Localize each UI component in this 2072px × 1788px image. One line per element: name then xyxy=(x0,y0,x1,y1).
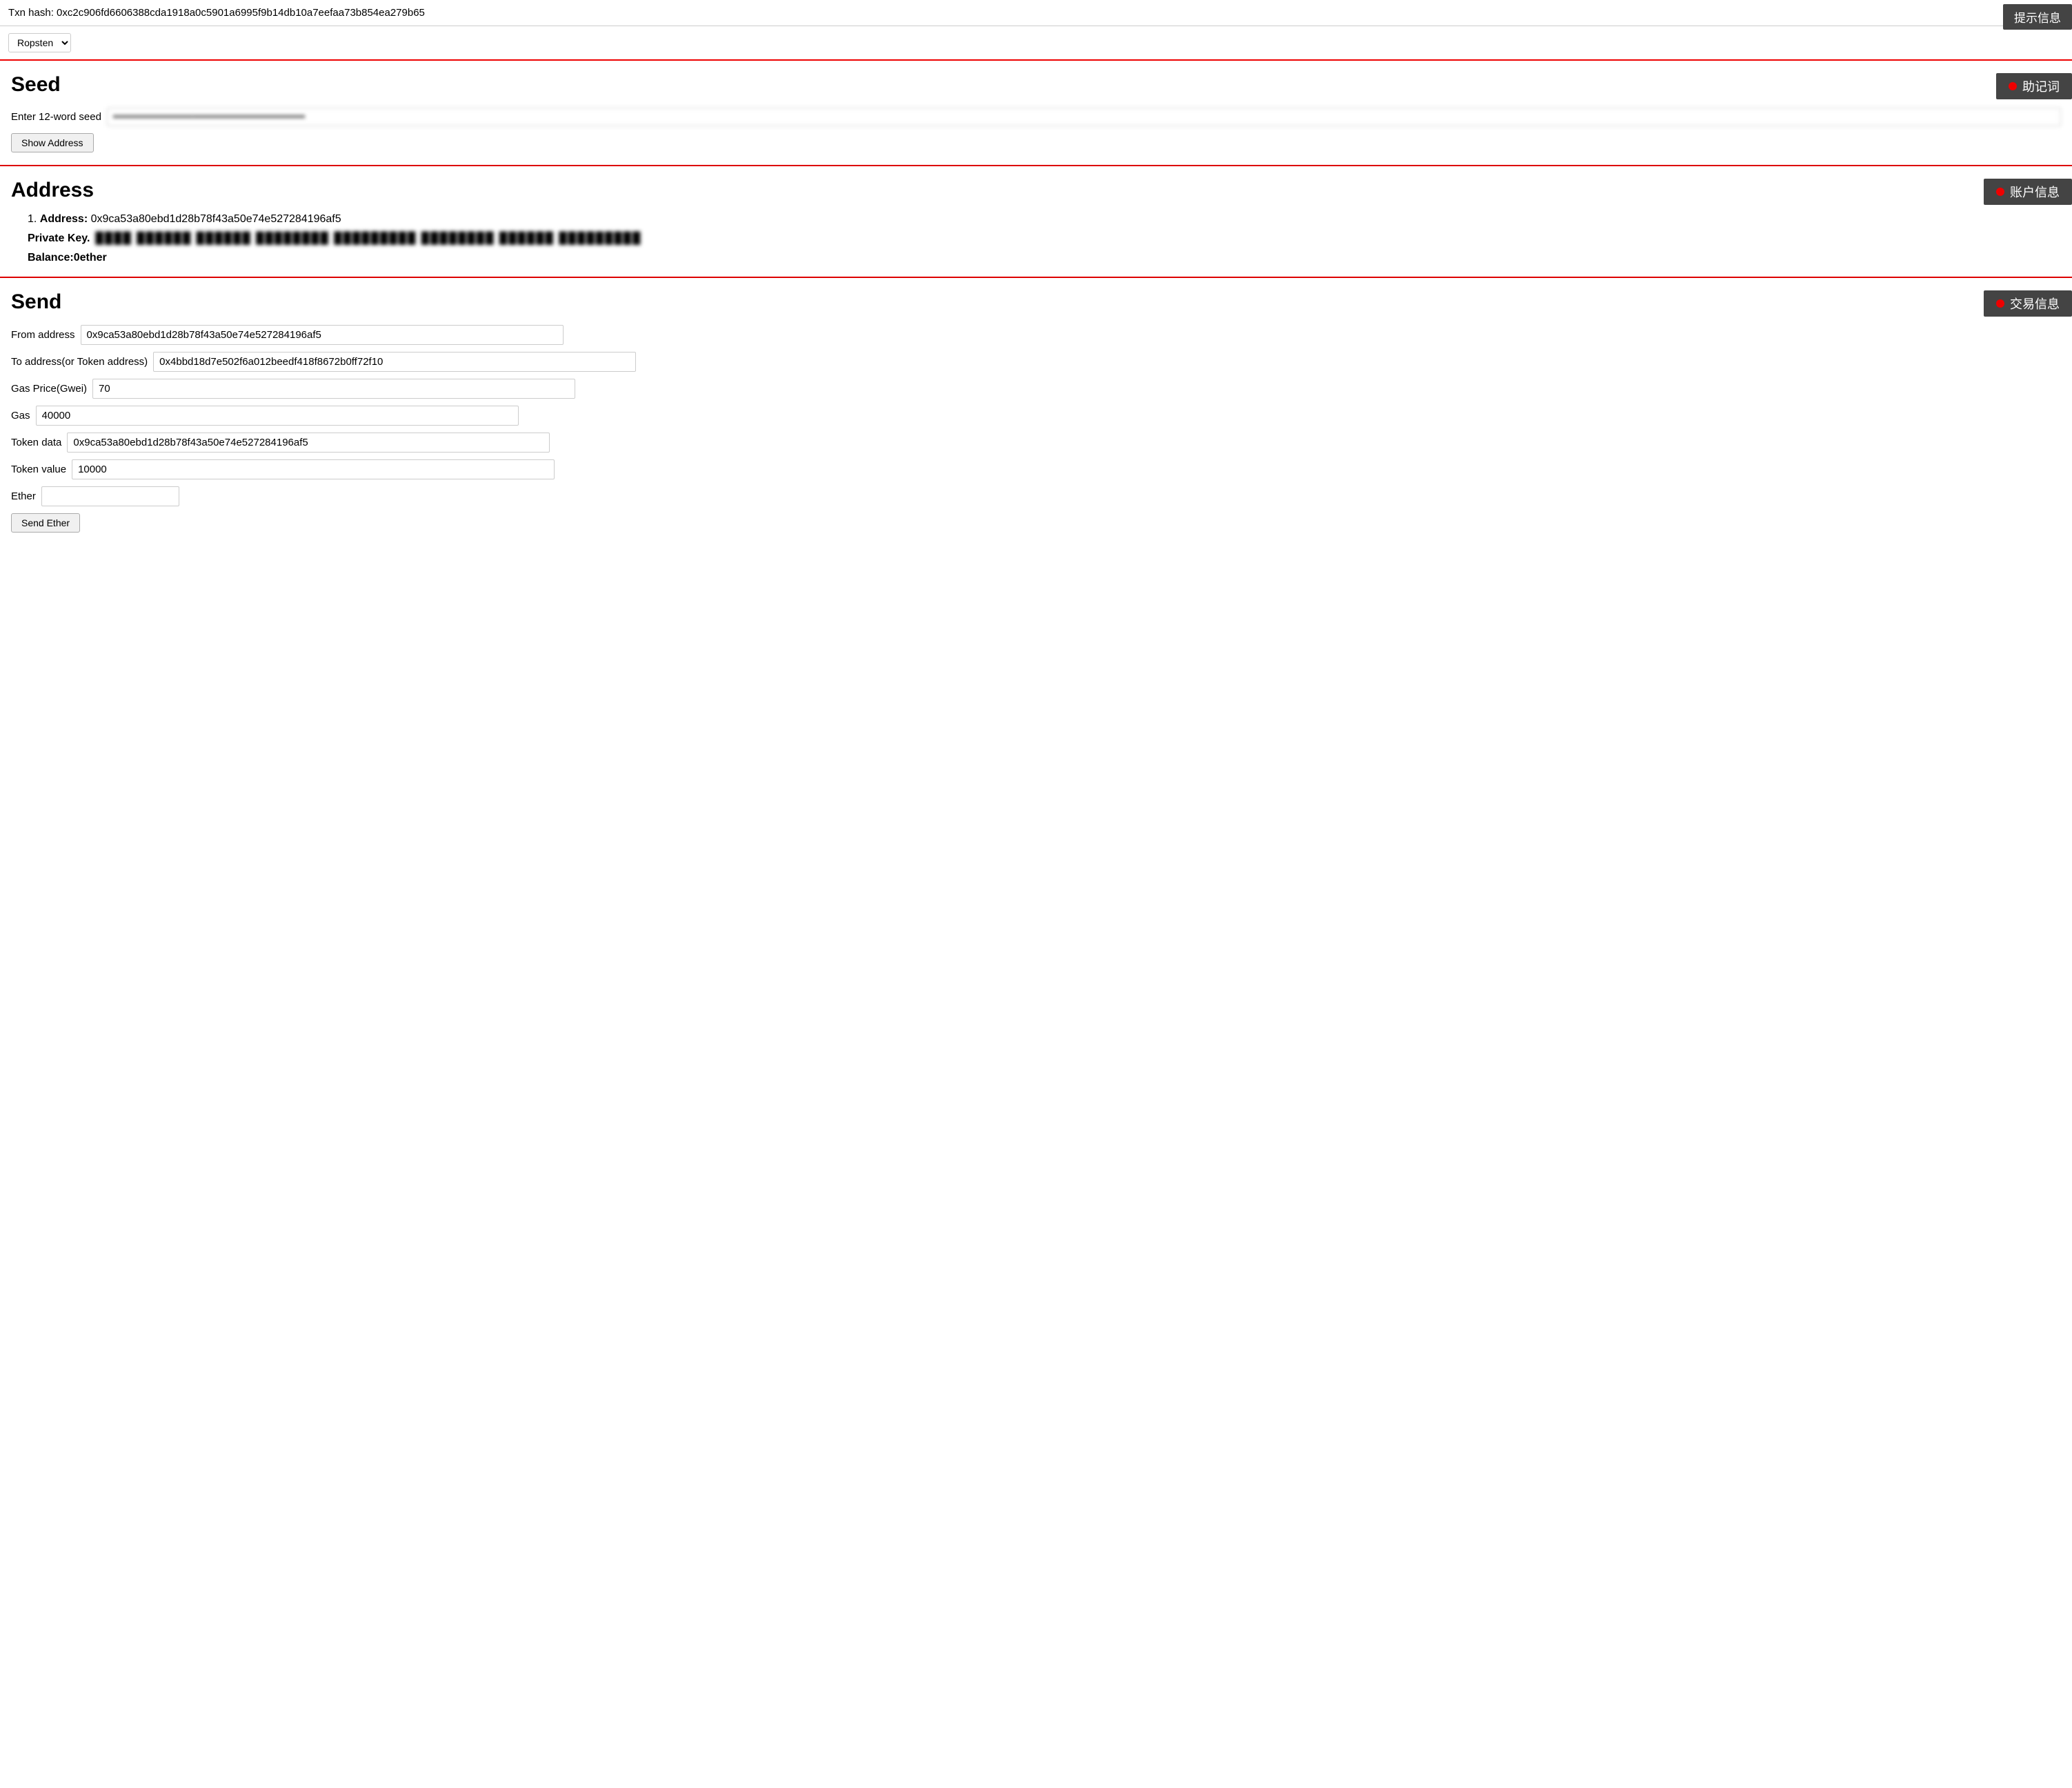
show-address-button[interactable]: Show Address xyxy=(11,133,94,152)
send-red-dot xyxy=(1996,299,2004,308)
address-badge: 账户信息 xyxy=(1984,179,2072,205)
to-address-label: To address(or Token address) xyxy=(11,356,148,368)
balance-label: Balance: xyxy=(28,252,74,264)
address-title: Address xyxy=(11,179,2061,202)
send-title: Send xyxy=(11,290,2061,314)
token-data-input[interactable] xyxy=(67,433,550,453)
seed-red-dot xyxy=(2009,82,2017,90)
token-value-input[interactable] xyxy=(72,459,555,479)
private-key-value: ████ ██████ ██████ ████████ █████████ ██… xyxy=(95,232,2061,245)
token-value-group: Token value xyxy=(11,459,2061,479)
gas-price-input[interactable] xyxy=(92,379,575,399)
address-label: Address: xyxy=(40,213,88,225)
address-line: 1. Address: 0x9ca53a80ebd1d28b78f43a50e7… xyxy=(28,213,2061,226)
token-data-label: Token data xyxy=(11,437,61,448)
seed-input[interactable] xyxy=(107,108,2061,126)
token-value-label: Token value xyxy=(11,464,66,475)
txn-hash-text: Txn hash: 0xc2c906fd6606388cda1918a0c590… xyxy=(8,7,425,19)
ether-label: Ether xyxy=(11,490,36,502)
gas-price-label: Gas Price(Gwei) xyxy=(11,383,87,395)
address-section: Address 账户信息 1. Address: 0x9ca53a80ebd1d… xyxy=(0,166,2072,278)
seed-input-label: Enter 12-word seed xyxy=(11,111,101,123)
address-value: 0x9ca53a80ebd1d28b78f43a50e74e527284196a… xyxy=(91,213,341,225)
gas-price-group: Gas Price(Gwei) xyxy=(11,379,2061,399)
send-ether-button[interactable]: Send Ether xyxy=(11,513,80,533)
seed-section: Seed 助记词 Enter 12-word seed Show Address xyxy=(0,61,2072,166)
address-red-dot xyxy=(1996,188,2004,196)
to-address-input[interactable] xyxy=(153,352,636,372)
seed-title: Seed xyxy=(11,73,2061,97)
token-data-group: Token data xyxy=(11,433,2061,453)
network-row: Ropsten Mainnet Rinkeby xyxy=(0,26,2072,61)
to-address-group: To address(or Token address) xyxy=(11,352,2061,372)
private-key-row: Private Key. ████ ██████ ██████ ████████… xyxy=(28,232,2061,245)
tooltip-badge: 提示信息 xyxy=(2003,4,2072,30)
address-item-1: 1. Address: 0x9ca53a80ebd1d28b78f43a50e7… xyxy=(28,213,2061,264)
send-section: Send 交易信息 From address To address(or Tok… xyxy=(0,278,2072,545)
from-address-label: From address xyxy=(11,329,75,341)
gas-group: Gas xyxy=(11,406,2061,426)
seed-badge: 助记词 xyxy=(1996,73,2072,99)
from-address-input[interactable] xyxy=(81,325,564,345)
ether-input[interactable] xyxy=(41,486,179,506)
ether-group: Ether xyxy=(11,486,2061,506)
txn-hash-bar: Txn hash: 0xc2c906fd6606388cda1918a0c590… xyxy=(0,0,2072,26)
balance-value: 0ether xyxy=(74,252,107,264)
from-address-group: From address xyxy=(11,325,2061,345)
send-badge: 交易信息 xyxy=(1984,290,2072,317)
private-key-label: Private Key. xyxy=(28,232,90,245)
gas-label: Gas xyxy=(11,410,30,421)
network-select[interactable]: Ropsten Mainnet Rinkeby xyxy=(8,33,71,52)
gas-input[interactable] xyxy=(36,406,519,426)
address-number: 1. xyxy=(28,213,37,225)
seed-input-row: Enter 12-word seed xyxy=(11,108,2061,126)
balance-line: Balance:0ether xyxy=(28,252,2061,264)
